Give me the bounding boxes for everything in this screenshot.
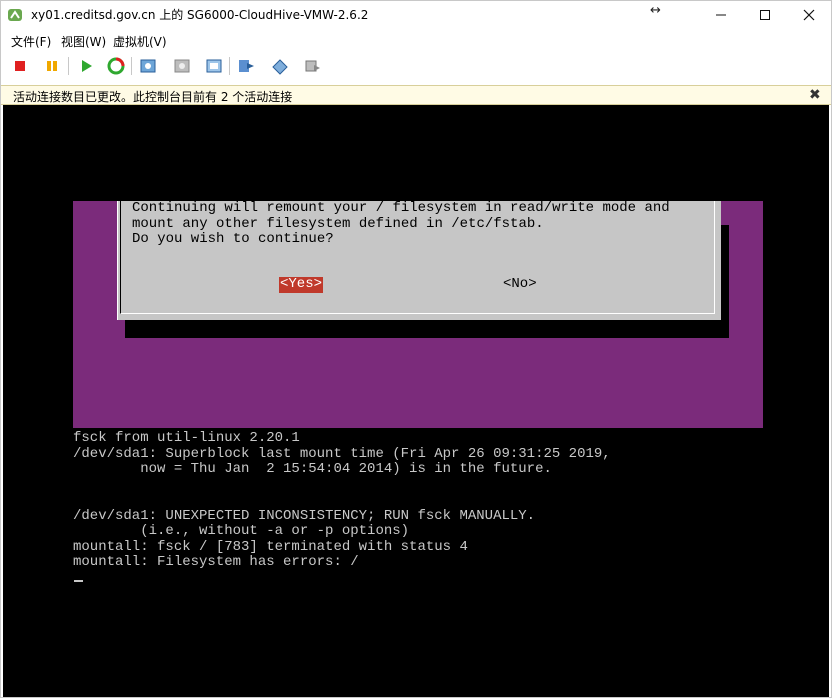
play-icon (82, 60, 92, 72)
revert-snapshot-button[interactable] (171, 55, 193, 77)
manage-snapshot-icon (206, 59, 222, 73)
revert-snapshot-icon (174, 59, 190, 73)
notification-close-icon[interactable]: ✖ (809, 87, 821, 103)
title-bar[interactable]: xy01.creditsd.gov.cn 上的 SG6000-CloudHive… (1, 1, 831, 28)
dialog-message: Continuing will remount your / filesyste… (132, 200, 670, 248)
terminal-output: fsck from util-linux 2.20.1/dev/sda1: Su… (73, 430, 611, 571)
dialog-line: Continuing will remount your / filesyste… (132, 200, 670, 216)
no-button[interactable]: <No> (503, 276, 537, 293)
maximize-button[interactable] (743, 1, 787, 28)
maximize-icon (760, 9, 770, 20)
terminal-line: /dev/sda1: Superblock last mount time (F… (73, 445, 611, 462)
menu-view[interactable]: 视图(W) (61, 33, 106, 50)
menu-vm[interactable]: 虚拟机(V) (113, 33, 167, 50)
vm-console-window: xy01.creditsd.gov.cn 上的 SG6000-CloudHive… (0, 0, 832, 698)
terminal-line: now = Thu Jan 2 15:54:04 2014) is in the… (73, 461, 552, 477)
vm-console-screen[interactable]: Continuing will remount your / filesyste… (3, 105, 829, 697)
settings-button[interactable] (301, 55, 323, 77)
pause-button[interactable] (41, 55, 63, 77)
terminal-line: mountall: fsck / [783] terminated with s… (73, 538, 468, 555)
send-ctrl-alt-del-button[interactable] (235, 55, 257, 77)
close-button[interactable] (787, 1, 831, 28)
stop-icon (15, 61, 25, 71)
minimize-icon (716, 14, 726, 15)
terminal-line: fsck from util-linux 2.20.1 (73, 430, 300, 446)
reset-icon (107, 57, 125, 75)
settings-icon (305, 60, 320, 72)
manage-snapshot-button[interactable] (203, 55, 225, 77)
send-ctrl-alt-del-icon (239, 60, 254, 72)
notification-bar: 活动连接数目已更改。此控制台目前有 2 个活动连接 ✖ (1, 85, 831, 105)
minimize-button[interactable] (699, 1, 743, 28)
dialog-line: Do you wish to continue? (132, 231, 334, 247)
resize-icon[interactable]: ↔ (650, 3, 661, 18)
vmware-app-icon (8, 9, 22, 21)
notification-text: 活动连接数目已更改。此控制台目前有 2 个活动连接 (13, 90, 293, 104)
toolbar (1, 53, 831, 81)
toolbar-separator (229, 57, 230, 75)
stop-button[interactable] (9, 55, 31, 77)
snapshot-icon (140, 59, 156, 73)
toolbar-separator (131, 57, 132, 75)
reset-button[interactable] (105, 55, 127, 77)
snapshot-button[interactable] (137, 55, 159, 77)
terminal-cursor (74, 580, 83, 582)
power-on-button[interactable] (75, 55, 97, 77)
terminal-line: mountall: Filesystem has errors: / (73, 554, 359, 570)
dialog-line: mount any other filesystem defined in /e… (132, 215, 544, 232)
toolbar-separator (68, 57, 69, 75)
terminal-line: /dev/sda1: UNEXPECTED INCONSISTENCY; RUN… (73, 507, 536, 524)
menu-file[interactable]: 文件(F) (11, 33, 51, 50)
window-title: xy01.creditsd.gov.cn 上的 SG6000-CloudHive… (31, 8, 369, 22)
yes-button[interactable]: <Yes> (279, 276, 324, 293)
connect-device-icon (272, 59, 288, 75)
menu-bar: 文件(F) 视图(W) 虚拟机(V) (1, 30, 831, 50)
terminal-line: (i.e., without -a or -p options) (73, 523, 410, 539)
close-icon (803, 9, 815, 20)
connect-device-button[interactable] (269, 55, 291, 77)
pause-icon (47, 61, 57, 71)
